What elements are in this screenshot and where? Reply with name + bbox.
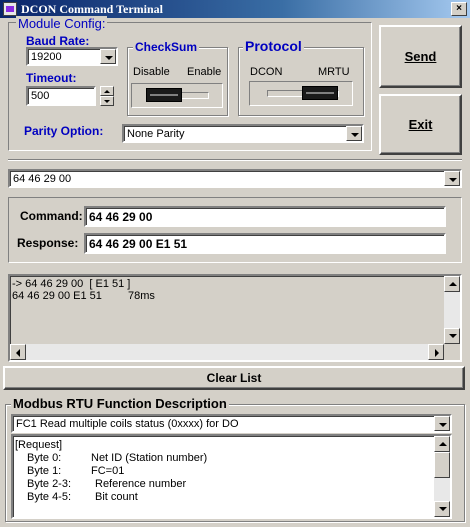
spin-down-icon[interactable] (100, 96, 114, 106)
send-label: Send (404, 49, 437, 64)
byte-key: Byte 1: (27, 465, 62, 477)
parity-select[interactable]: None Parity (122, 124, 364, 143)
timeout-spinner[interactable] (100, 86, 114, 106)
request-header: [Request] (15, 439, 63, 451)
response-input[interactable]: 64 46 29 00 E1 51 (84, 233, 446, 254)
divider (8, 159, 462, 161)
log-horizontal-scrollbar[interactable] (10, 344, 444, 360)
byte-value: Net ID (Station number) (91, 452, 208, 464)
clear-list-label: Clear List (206, 371, 262, 385)
byte-key: Byte 0: (27, 452, 62, 464)
clear-list-button[interactable]: Clear List (3, 366, 465, 390)
scroll-down-icon[interactable] (444, 328, 460, 344)
checksum-enable-label: Enable (187, 66, 222, 78)
spin-up-icon[interactable] (100, 86, 114, 96)
protocol-mrtu-label: MRTU (318, 66, 350, 78)
checksum-toggle[interactable] (131, 83, 223, 108)
chevron-down-icon[interactable] (100, 49, 116, 64)
protocol-title: Protocol (243, 38, 304, 54)
response-label: Response: (17, 236, 79, 250)
exit-button[interactable]: Exit (379, 94, 462, 155)
exit-label: Exit (408, 117, 433, 132)
parity-option-label: Parity Option: (24, 124, 104, 138)
send-button[interactable]: Send (379, 25, 462, 88)
scroll-down-icon[interactable] (434, 501, 450, 517)
baud-rate-value: 19200 (31, 51, 62, 63)
checksum-disable-label: Disable (133, 66, 170, 78)
command-history-select[interactable]: 64 46 29 00 (8, 169, 462, 188)
command-value: 64 46 29 00 (89, 210, 153, 224)
byte-key: Byte 2-3: (27, 478, 72, 490)
scroll-up-icon[interactable] (444, 276, 460, 292)
scroll-right-icon[interactable] (428, 344, 444, 360)
protocol-thumb[interactable] (302, 86, 338, 100)
log-line: 64 46 29 00 E1 51 (12, 290, 102, 302)
chevron-down-icon[interactable] (444, 171, 460, 186)
command-label: Command: (20, 209, 83, 223)
parity-value: None Parity (127, 128, 185, 140)
chevron-down-icon[interactable] (434, 416, 450, 431)
baud-rate-select[interactable]: 19200 (26, 47, 118, 66)
log-list[interactable]: -> 64 46 29 00 [ E1 51 ] 64 46 29 00 E1 … (8, 274, 462, 362)
byte-value: Reference number (95, 478, 187, 490)
modbus-description-text[interactable]: [Request] Byte 0: Net ID (Station number… (11, 434, 452, 519)
timeout-input[interactable]: 500 (26, 86, 96, 106)
timeout-label: Timeout: (26, 71, 77, 85)
checksum-thumb[interactable] (146, 88, 182, 102)
modbus-function-value: FC1 Read multiple coils status (0xxxx) f… (16, 418, 239, 430)
byte-key: Byte 4-5: (27, 491, 72, 503)
timeout-value: 500 (31, 90, 50, 102)
modbus-description-title: Modbus RTU Function Description (11, 396, 229, 411)
protocol-toggle[interactable] (249, 81, 353, 106)
response-value: 64 46 29 00 E1 51 (89, 237, 188, 251)
modbus-vertical-scrollbar[interactable] (434, 436, 450, 517)
app-icon (3, 2, 17, 16)
command-history-value: 64 46 29 00 (13, 173, 72, 185)
scroll-thumb[interactable] (434, 452, 450, 478)
protocol-dcon-label: DCON (250, 66, 283, 78)
chevron-down-icon[interactable] (346, 126, 362, 141)
close-button[interactable]: × (451, 2, 467, 16)
baud-rate-label: Baud Rate: (26, 34, 90, 48)
byte-value: FC=01 (91, 465, 125, 477)
byte-value: Bit count (95, 491, 138, 503)
log-time: 78ms (128, 290, 155, 302)
window-title: DCON Command Terminal (21, 2, 164, 16)
modbus-function-select[interactable]: FC1 Read multiple coils status (0xxxx) f… (11, 414, 452, 433)
scroll-up-icon[interactable] (434, 436, 450, 452)
module-config-title: Module Config: (16, 16, 108, 31)
log-vertical-scrollbar[interactable] (444, 276, 460, 344)
command-input[interactable]: 64 46 29 00 (84, 206, 446, 227)
scroll-left-icon[interactable] (10, 344, 26, 360)
checksum-title: CheckSum (133, 40, 200, 54)
log-line: -> 64 46 29 00 [ E1 51 ] (12, 278, 131, 290)
